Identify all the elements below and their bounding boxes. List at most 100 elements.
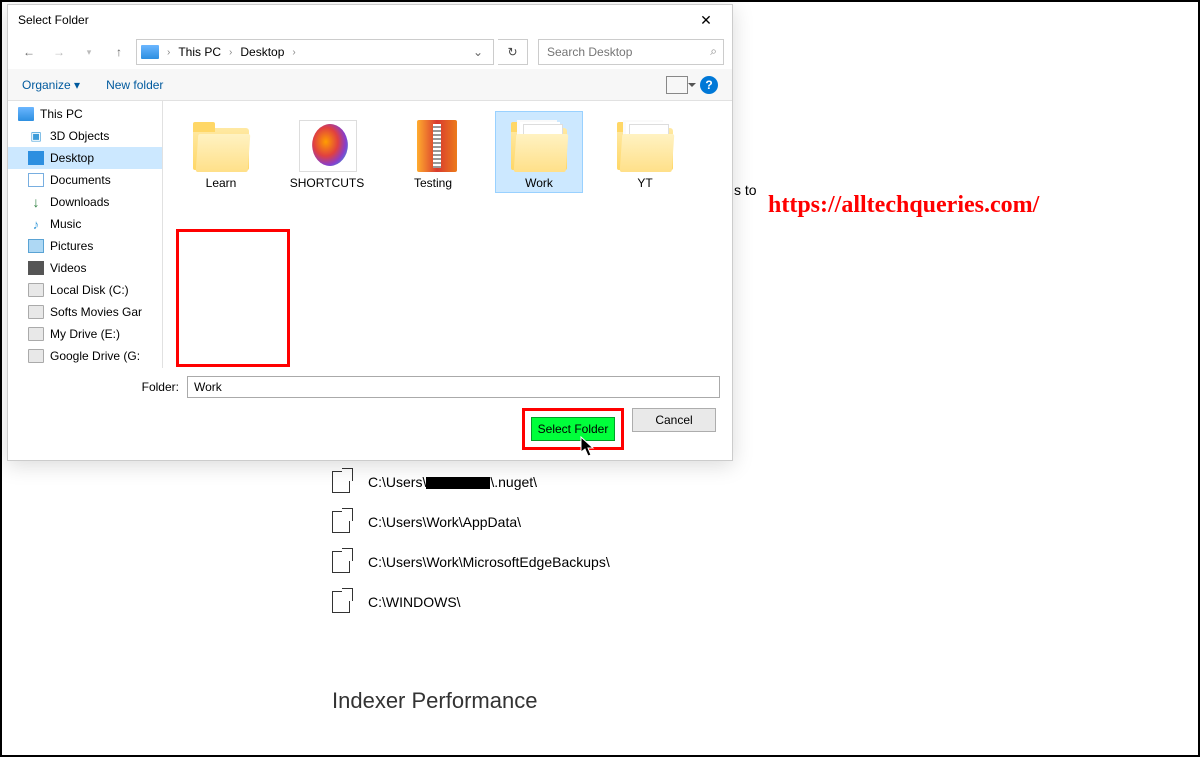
toolbar: Organize ▾ New folder ? — [8, 69, 732, 101]
recent-dropdown-icon[interactable]: ▾ — [76, 39, 102, 65]
background-clip-text: s to — [734, 182, 757, 198]
up-button[interactable]: ↑ — [106, 39, 132, 65]
sidebar-item-label: My Drive (E:) — [50, 327, 120, 341]
search-icon: ⌕ — [710, 44, 717, 59]
checkbox-icon[interactable] — [332, 511, 350, 533]
folder-icon — [187, 114, 255, 172]
sidebar-item-label: Documents — [50, 173, 111, 187]
music-icon: ♪ — [28, 217, 44, 231]
sidebar-item[interactable]: This PC — [8, 103, 162, 125]
3d-icon: ▣ — [28, 129, 44, 143]
background-settings-panel: C:\Users\\.nuget\ C:\Users\Work\AppData\… — [332, 462, 1188, 714]
nav-row: ← → ▾ ↑ › This PC › Desktop › ⌄ ↻ ⌕ — [8, 35, 732, 69]
file-label: Learn — [206, 176, 237, 190]
path-row: C:\Users\\.nuget\ — [332, 462, 1188, 502]
close-button[interactable]: ✕ — [686, 8, 726, 32]
checkbox-icon[interactable] — [332, 551, 350, 573]
sidebar-item[interactable]: Videos — [8, 257, 162, 279]
breadcrumb-location[interactable]: Desktop — [236, 45, 288, 59]
checkbox-icon[interactable] — [332, 591, 350, 613]
search-input[interactable] — [547, 40, 699, 64]
folder-item[interactable]: Learn — [177, 111, 265, 193]
file-label: YT — [637, 176, 652, 190]
folder-icon — [505, 114, 573, 172]
refresh-button[interactable]: ↻ — [498, 39, 528, 65]
sidebar-item-label: Pictures — [50, 239, 93, 253]
organize-menu[interactable]: Organize ▾ — [22, 78, 80, 92]
cancel-button[interactable]: Cancel — [632, 408, 716, 432]
chevron-right-icon: › — [227, 47, 234, 58]
section-heading: Indexer Performance — [332, 688, 1188, 714]
folder-icon — [293, 114, 361, 172]
path-text: C:\Users\Work\AppData\ — [368, 514, 521, 530]
path-text: C:\Users\\.nuget\ — [368, 474, 537, 490]
vid-icon — [28, 261, 44, 275]
breadcrumb[interactable]: › This PC › Desktop › ⌄ — [136, 39, 494, 65]
watermark-link[interactable]: https://alltechqueries.com/ — [768, 192, 1039, 219]
select-folder-dialog: Select Folder ✕ ← → ▾ ↑ › This PC › Desk… — [7, 4, 733, 461]
sidebar-item-label: Videos — [50, 261, 86, 275]
dialog-footer: Folder: Select Folder Cancel — [8, 368, 732, 460]
path-text: C:\Users\Work\MicrosoftEdgeBackups\ — [368, 554, 610, 570]
sidebar-item[interactable]: Pictures — [8, 235, 162, 257]
breadcrumb-pc[interactable]: This PC — [174, 45, 225, 59]
checkbox-icon[interactable] — [332, 471, 350, 493]
disk-icon — [28, 327, 44, 341]
disk-icon — [28, 283, 44, 297]
folder-item[interactable]: Testing — [389, 111, 477, 193]
folder-input[interactable] — [187, 376, 720, 398]
sidebar-item-label: Downloads — [50, 195, 109, 209]
sidebar-item-label: 3D Objects — [50, 129, 109, 143]
view-button[interactable] — [666, 76, 688, 94]
folder-icon — [611, 114, 679, 172]
folder-label: Folder: — [142, 380, 179, 394]
forward-button[interactable]: → — [46, 39, 72, 65]
sidebar-item-label: This PC — [40, 107, 83, 121]
sidebar-item[interactable]: ↓ Downloads — [8, 191, 162, 213]
down-icon: ↓ — [28, 195, 44, 209]
sidebar-item[interactable]: Google Drive (G: — [8, 345, 162, 367]
sidebar-item-label: Google Drive (G: — [50, 349, 140, 363]
sidebar-item-label: Softs Movies Gar — [50, 305, 142, 319]
sidebar-item[interactable]: Documents — [8, 169, 162, 191]
folder-icon — [399, 114, 467, 172]
file-grid: Learn SHORTCUTS Testing Work YT — [163, 101, 732, 368]
back-button[interactable]: ← — [16, 39, 42, 65]
pic-icon — [28, 239, 44, 253]
folder-item[interactable]: Work — [495, 111, 583, 193]
select-folder-button[interactable]: Select Folder — [531, 417, 615, 441]
new-folder-button[interactable]: New folder — [106, 78, 163, 92]
folder-item[interactable]: SHORTCUTS — [283, 111, 371, 193]
chevron-right-icon: › — [165, 47, 172, 58]
sidebar-item[interactable]: ▣ 3D Objects — [8, 125, 162, 147]
folder-item[interactable]: YT — [601, 111, 689, 193]
breadcrumb-dropdown-icon[interactable]: ⌄ — [467, 45, 489, 59]
sidebar-item[interactable]: Local Disk (C:) — [8, 279, 162, 301]
sidebar-item[interactable]: Softs Movies Gar — [8, 301, 162, 323]
search-box[interactable]: ⌕ — [538, 39, 724, 65]
sidebar-item-label: Desktop — [50, 151, 94, 165]
sidebar-item[interactable]: Desktop — [8, 147, 162, 169]
sidebar-item-label: Music — [50, 217, 81, 231]
select-button-highlight: Select Folder — [522, 408, 624, 450]
pc-icon — [141, 45, 159, 59]
help-button[interactable]: ? — [700, 76, 718, 94]
sidebar-item[interactable]: My Drive (E:) — [8, 323, 162, 345]
path-text: C:\WINDOWS\ — [368, 594, 461, 610]
titlebar: Select Folder ✕ — [8, 5, 732, 35]
desk-icon — [28, 151, 44, 165]
disk-icon — [28, 305, 44, 319]
cursor-icon — [580, 436, 596, 458]
file-label: Testing — [414, 176, 452, 190]
sidebar-item-label: Local Disk (C:) — [50, 283, 129, 297]
sidebar: This PC ▣ 3D Objects Desktop Documents ↓ Downl… — [8, 101, 163, 368]
disk-icon — [28, 349, 44, 363]
sidebar-item[interactable]: ♪ Music — [8, 213, 162, 235]
path-row: C:\Users\Work\AppData\ — [332, 502, 1188, 542]
dialog-title: Select Folder — [18, 13, 89, 27]
doc-icon — [28, 173, 44, 187]
path-row: C:\Users\Work\MicrosoftEdgeBackups\ — [332, 542, 1188, 582]
chevron-right-icon: › — [290, 47, 297, 58]
file-label: Work — [525, 176, 553, 190]
pc-icon — [18, 107, 34, 121]
